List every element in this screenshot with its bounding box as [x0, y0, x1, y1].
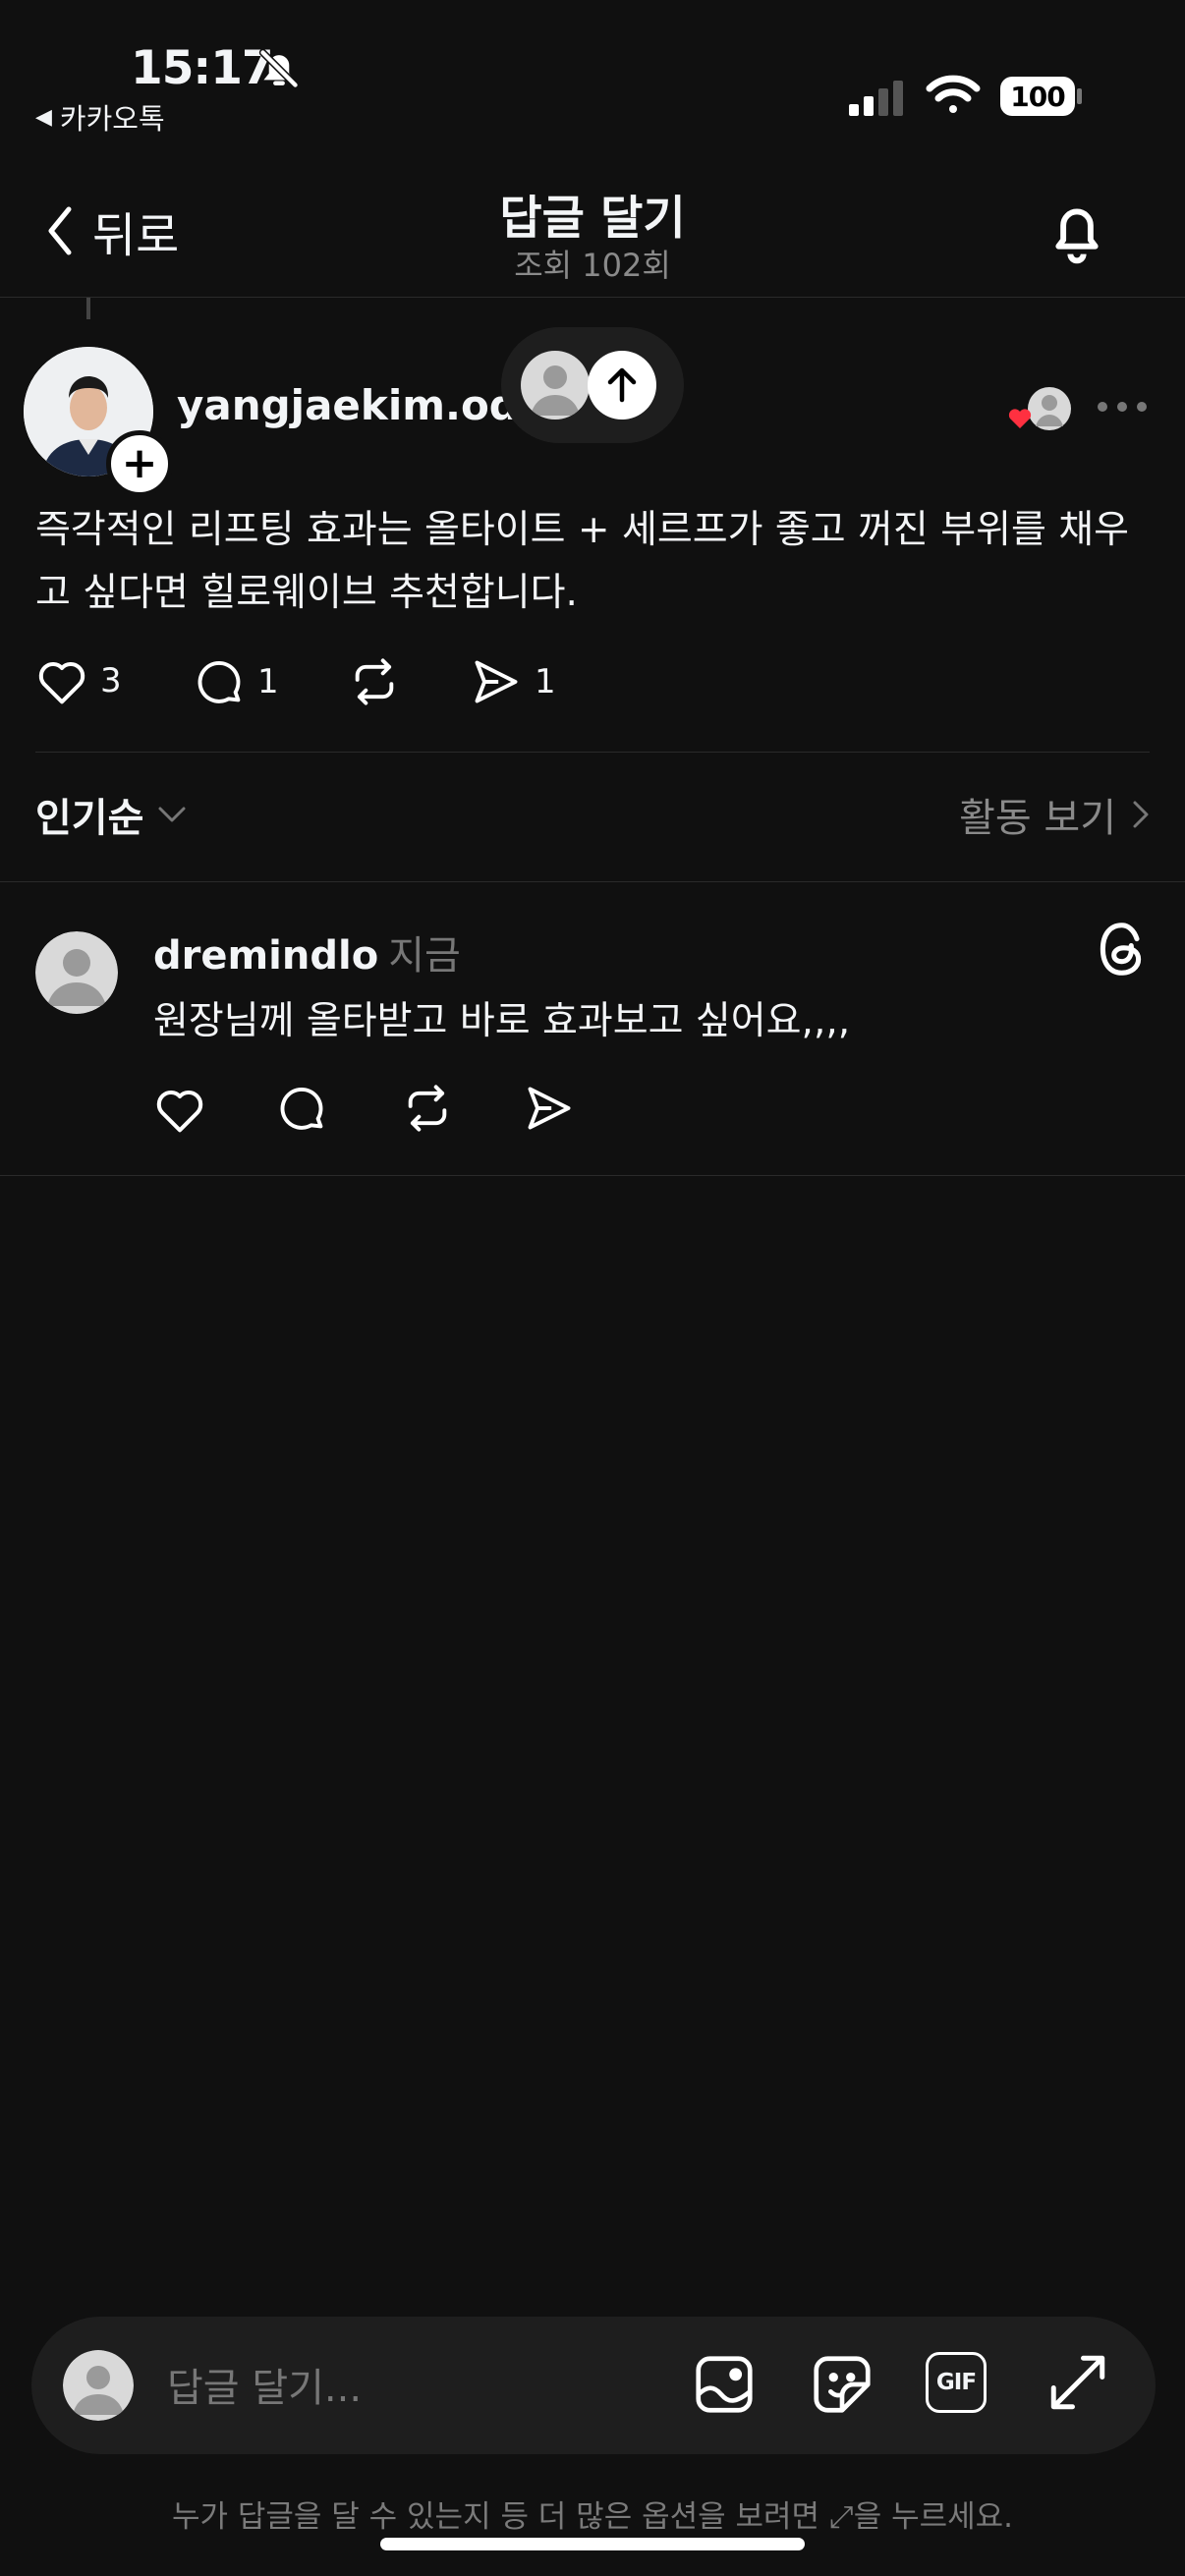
- reply-input[interactable]: 답글 달기...: [167, 2356, 362, 2413]
- back-app-label: 카카오톡: [59, 102, 165, 136]
- like-button[interactable]: 3: [35, 656, 122, 705]
- home-indicator[interactable]: [380, 2538, 805, 2550]
- comment-count: 1: [257, 662, 279, 701]
- sticker-icon[interactable]: [808, 2350, 876, 2419]
- liked-by-avatar[interactable]: [1006, 385, 1077, 436]
- battery-indicator: 100: [1000, 77, 1075, 116]
- share-count: 1: [535, 662, 556, 701]
- follow-button[interactable]: +: [106, 430, 173, 497]
- wifi-icon: [926, 75, 981, 116]
- thread-line: [86, 298, 90, 319]
- repost-icon[interactable]: [348, 656, 401, 707]
- image-icon[interactable]: [690, 2350, 759, 2419]
- chevron-right-icon: [1132, 800, 1150, 829]
- reply-avatar[interactable]: [35, 931, 118, 1014]
- expand-icon[interactable]: [1045, 2350, 1110, 2415]
- reply-text: 원장님께 올타받고 바로 효과보고 싶어요,,,,: [153, 999, 851, 1043]
- author-username[interactable]: yangjaekim.ode: [177, 381, 546, 429]
- gif-icon: GIF: [935, 2370, 977, 2395]
- reply-timestamp: 지금: [388, 933, 461, 979]
- sort-dropdown[interactable]: 인기순: [35, 786, 187, 843]
- viewer-avatar-icon: [521, 351, 590, 420]
- comment-button[interactable]: 1: [195, 656, 279, 707]
- cellular-icon: [849, 81, 904, 116]
- chevron-down-icon: [157, 806, 187, 823]
- heart-icon: [35, 656, 88, 705]
- send-icon: [470, 656, 523, 707]
- threads-icon[interactable]: [1095, 920, 1150, 979]
- page-title: 답글 달기: [499, 192, 686, 246]
- back-triangle-icon: ◀: [35, 104, 52, 130]
- reply-comment-button[interactable]: [277, 1083, 328, 1134]
- reply-header: dremindlo 지금: [153, 924, 461, 980]
- view-count: 조회 102회: [514, 247, 671, 284]
- arrow-up-icon: [588, 351, 656, 420]
- gif-button[interactable]: GIF: [926, 2352, 987, 2413]
- view-activity-link[interactable]: 활동 보기: [959, 786, 1150, 843]
- post-divider: [35, 752, 1150, 753]
- back-to-app-button[interactable]: ◀ 카카오톡: [35, 96, 165, 138]
- sort-label: 인기순: [35, 796, 144, 841]
- share-button[interactable]: 1: [470, 656, 556, 707]
- status-time: 15:17: [131, 41, 274, 95]
- like-count: 3: [100, 661, 122, 700]
- comment-icon: [195, 656, 246, 707]
- reply-username[interactable]: dremindlo: [153, 933, 378, 979]
- reply-divider: [0, 1175, 1185, 1176]
- more-icon[interactable]: [1097, 401, 1148, 413]
- sort-divider: [0, 881, 1185, 882]
- reply-repost-button[interactable]: [401, 1083, 454, 1134]
- header-divider: [0, 297, 1185, 298]
- reply-send-button[interactable]: [523, 1083, 576, 1134]
- composer-hint: 누가 답글을 달 수 있는지 등 더 많은 옵션을 보려면 ⤢을 누르세요.: [171, 2499, 1014, 2535]
- bell-slash-icon: [257, 47, 301, 90]
- plus-icon: +: [121, 438, 158, 488]
- scroll-to-top-pill[interactable]: [501, 327, 684, 443]
- reply-like-button[interactable]: [153, 1085, 206, 1134]
- battery-tip: [1077, 88, 1082, 104]
- post-text: 즉각적인 리프팅 효과는 올타이트 + 세르프가 좋고 꺼진 부위를 채우고 싶…: [35, 508, 1130, 615]
- bell-icon[interactable]: [1045, 196, 1108, 267]
- activity-label: 활동 보기: [959, 796, 1116, 841]
- composer-avatar: [63, 2350, 134, 2421]
